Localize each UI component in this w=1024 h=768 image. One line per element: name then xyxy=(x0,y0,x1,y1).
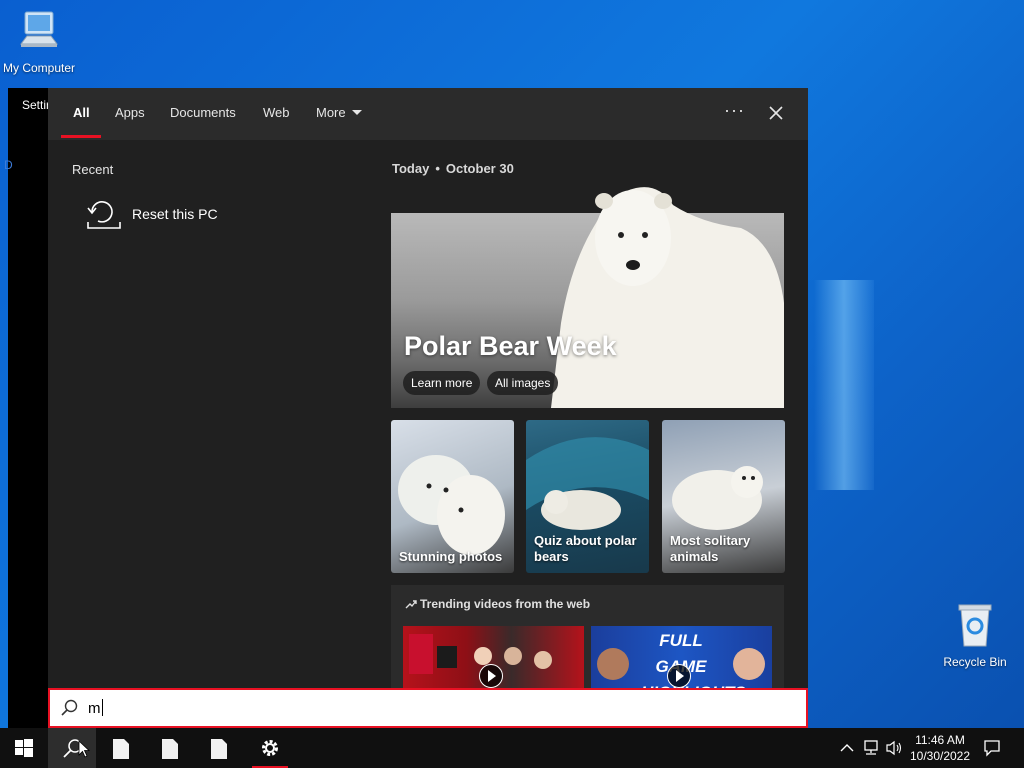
search-query-text: m xyxy=(88,700,101,717)
hero-title: Polar Bear Week xyxy=(404,331,617,361)
trending-video-2[interactable]: FULL GAME HIGHLIGHTS xyxy=(591,626,772,688)
card-caption: Quiz about polar bears xyxy=(534,533,637,564)
mouse-pointer-icon xyxy=(78,740,91,758)
learn-more-button[interactable]: Learn more xyxy=(403,371,481,395)
taskbar-clock[interactable]: 11:46 AM 10/30/2022 xyxy=(902,732,978,764)
notification-icon xyxy=(984,740,1000,757)
document-icon xyxy=(162,739,178,759)
desktop-light-beam xyxy=(814,280,874,490)
desktop-icon-recycle-bin[interactable]: Recycle Bin xyxy=(930,602,1020,669)
more-options-button[interactable]: ··· xyxy=(724,100,745,121)
trending-arrow-icon xyxy=(405,600,417,609)
hero-card[interactable]: Polar Bear Week Learn more All images xyxy=(391,187,784,408)
taskbar-settings[interactable] xyxy=(246,728,294,768)
search-icon xyxy=(61,699,78,716)
taskbar: 11:46 AM 10/30/2022 xyxy=(0,728,1024,768)
action-center-button[interactable] xyxy=(980,728,1004,768)
network-status[interactable] xyxy=(860,728,882,768)
document-icon xyxy=(113,739,129,759)
card-caption: Stunning photos xyxy=(399,549,503,564)
taskbar-search-button[interactable] xyxy=(48,728,96,768)
chevron-up-icon xyxy=(840,744,854,752)
desktop-icon-label: Recycle Bin xyxy=(943,655,1007,669)
trending-heading: Trending videos from the web xyxy=(405,597,590,611)
trending-video-1[interactable] xyxy=(403,626,584,688)
gear-icon xyxy=(262,740,278,756)
computer-icon xyxy=(0,8,84,57)
chevron-down-icon xyxy=(351,110,362,115)
reset-pc-icon xyxy=(87,201,121,229)
card-quiz-polar-bears[interactable]: Quiz about polar bears xyxy=(526,420,649,573)
recent-item-reset-pc[interactable]: Reset this PC xyxy=(86,198,306,232)
taskbar-file-3[interactable] xyxy=(196,728,244,768)
play-icon xyxy=(667,664,691,688)
card-caption: Most solitary animals xyxy=(670,533,751,564)
polar-bear-image xyxy=(551,187,784,408)
card-stunning-photos[interactable]: Stunning photos xyxy=(391,420,514,573)
search-box[interactable]: m xyxy=(48,688,808,728)
network-icon xyxy=(864,740,878,755)
text-cursor xyxy=(101,699,103,716)
search-input[interactable]: m xyxy=(88,699,103,717)
window-title: Settir xyxy=(22,98,51,112)
card-solitary-animals[interactable]: Most solitary animals xyxy=(662,420,785,573)
tab-more[interactable]: More xyxy=(316,105,362,120)
document-icon xyxy=(211,739,227,759)
tab-documents[interactable]: Documents xyxy=(170,105,236,120)
today-header: Today • October 30 xyxy=(392,161,514,176)
recent-item-label: Reset this PC xyxy=(132,206,218,222)
trending-heading-label: Trending videos from the web xyxy=(420,597,591,611)
tab-web[interactable]: Web xyxy=(263,105,290,120)
taskbar-file-2[interactable] xyxy=(147,728,195,768)
close-icon xyxy=(769,106,783,120)
desktop-icon-my-computer[interactable]: My Computer xyxy=(0,8,84,75)
close-button[interactable] xyxy=(766,103,786,123)
tab-more-label: More xyxy=(316,105,346,120)
volume-control[interactable] xyxy=(884,728,904,768)
windows-logo-icon xyxy=(15,739,33,757)
desktop-icon-label: My Computer xyxy=(2,61,76,75)
active-tab-indicator xyxy=(61,135,101,138)
recent-heading: Recent xyxy=(72,162,114,177)
start-button[interactable] xyxy=(0,728,48,768)
recycle-bin-icon xyxy=(930,602,1020,651)
all-images-button[interactable]: All images xyxy=(487,371,559,395)
search-panel: All Apps Documents Web More ··· Recent R… xyxy=(48,88,808,728)
clock-time: 11:46 AM xyxy=(915,733,965,747)
today-date: October 30 xyxy=(445,161,514,176)
tab-all[interactable]: All xyxy=(73,105,90,120)
search-tab-bar: All Apps Documents Web More ··· xyxy=(48,88,808,140)
speaker-icon xyxy=(886,740,902,756)
tray-overflow-button[interactable] xyxy=(838,728,856,768)
today-label: Today xyxy=(392,161,430,176)
play-icon xyxy=(479,664,503,688)
taskbar-file-1[interactable] xyxy=(98,728,146,768)
clock-date: 10/30/2022 xyxy=(909,749,971,763)
window-fragment-text: D xyxy=(4,158,13,172)
tab-apps[interactable]: Apps xyxy=(115,105,145,120)
